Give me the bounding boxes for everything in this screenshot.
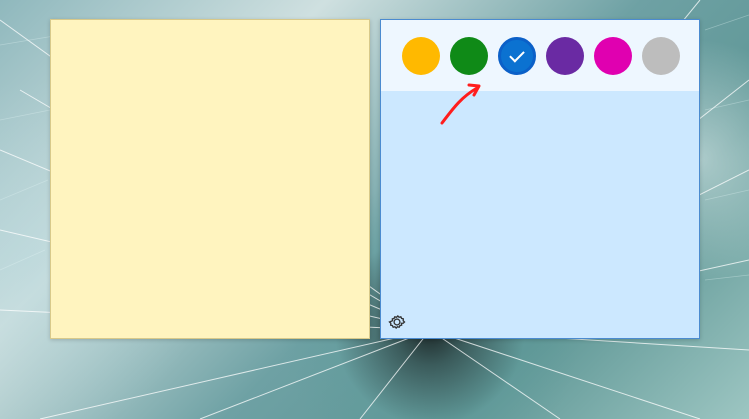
sticky-note-yellow[interactable] [50, 19, 370, 339]
color-green-button[interactable] [450, 36, 488, 75]
sticky-note-blue[interactable] [380, 19, 700, 339]
check-icon [509, 46, 525, 63]
color-yellow-button[interactable] [402, 36, 440, 75]
color-blue-button[interactable] [498, 36, 536, 75]
gear-icon[interactable] [387, 312, 407, 332]
color-gray-button[interactable] [642, 36, 680, 75]
note-color-menu [381, 20, 699, 91]
color-purple-button[interactable] [546, 36, 584, 75]
color-pink-button[interactable] [594, 36, 632, 75]
